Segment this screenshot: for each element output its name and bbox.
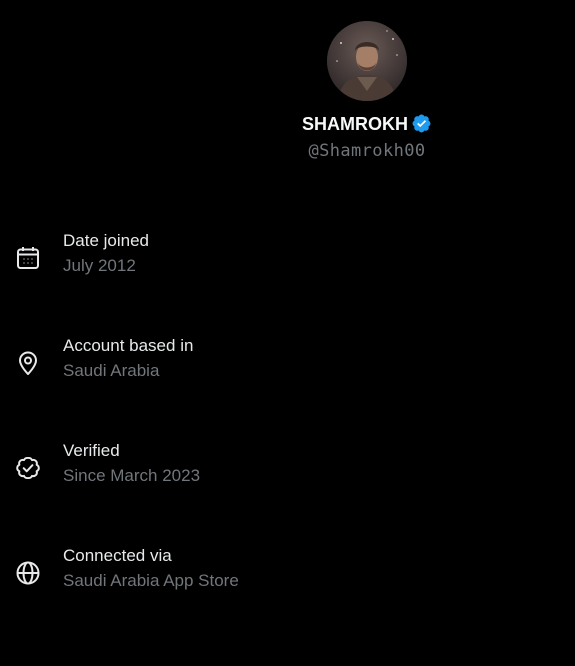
display-name-row: SHAMROKH bbox=[0, 113, 575, 135]
verified-value: Since March 2023 bbox=[63, 466, 201, 485]
info-item-account-based-in: Account based in Saudi Arabia bbox=[0, 335, 575, 395]
date-joined-value: July 2012 bbox=[63, 256, 136, 275]
avatar[interactable] bbox=[327, 21, 407, 101]
info-item-date-joined: Date joined July 2012 bbox=[0, 230, 575, 290]
avatar-image bbox=[327, 21, 407, 101]
account-based-in-value: Saudi Arabia bbox=[63, 361, 160, 380]
account-based-in-label: Account based in bbox=[63, 336, 194, 355]
display-name: SHAMROKH bbox=[302, 114, 408, 134]
verified-label: Verified bbox=[63, 441, 120, 460]
info-item-verified: Verified Since March 2023 bbox=[0, 440, 575, 500]
globe-icon bbox=[14, 559, 42, 587]
verified-badge-icon bbox=[411, 113, 432, 134]
user-handle[interactable]: @Shamrokh00 bbox=[0, 140, 575, 162]
date-joined-label: Date joined bbox=[63, 231, 150, 250]
location-pin-icon bbox=[14, 349, 42, 377]
connected-via-value: Saudi Arabia App Store bbox=[63, 571, 239, 590]
calendar-icon bbox=[14, 244, 42, 272]
info-item-connected-via: Connected via Saudi Arabia App Store bbox=[0, 545, 575, 605]
connected-via-label: Connected via bbox=[63, 546, 172, 565]
verified-check-icon bbox=[14, 454, 42, 482]
